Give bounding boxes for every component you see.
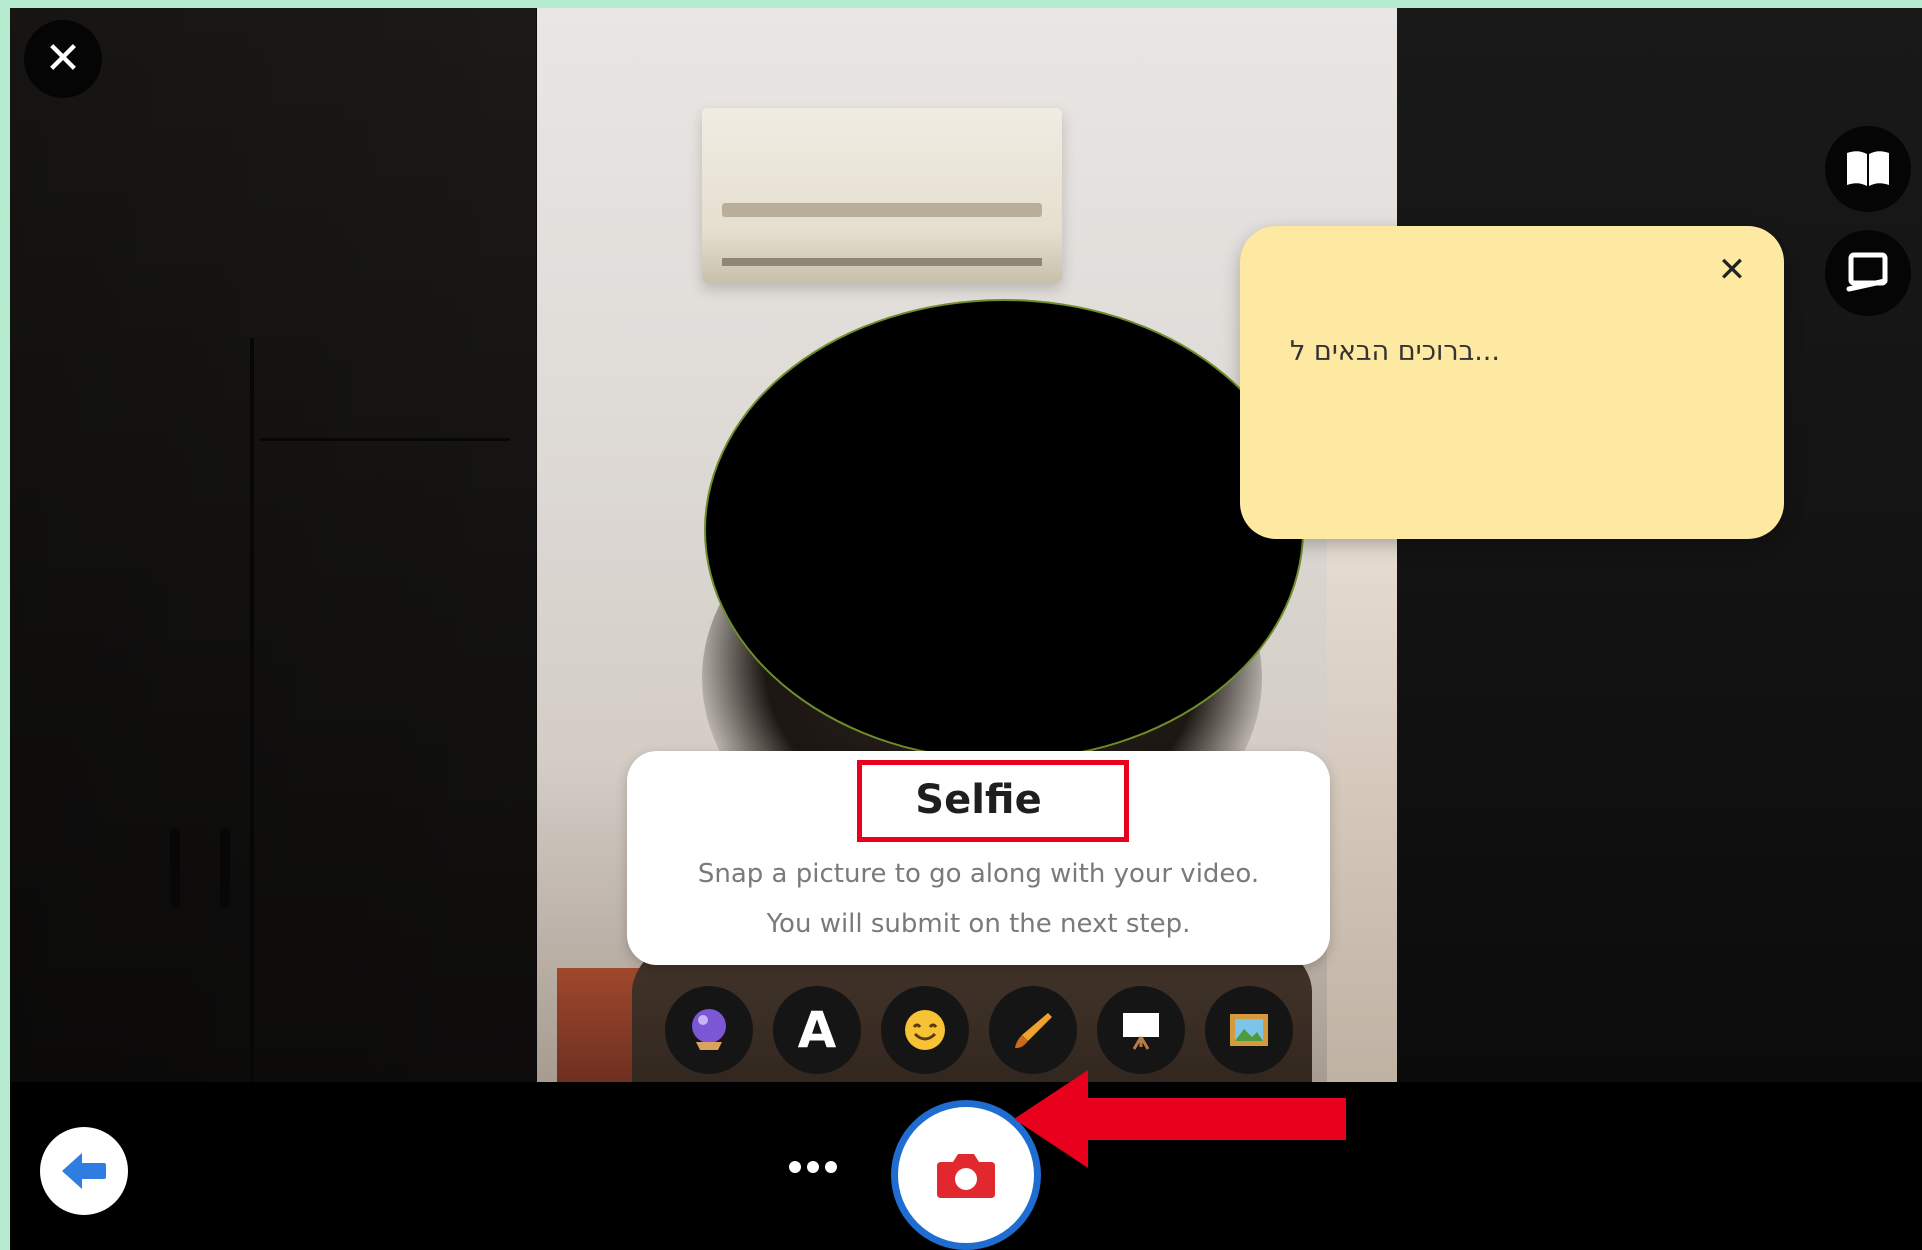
welcome-note-card: ✕ ...ברוכים הבאים ל xyxy=(1240,226,1784,539)
selfie-description: Snap a picture to go along with your vid… xyxy=(627,849,1330,949)
note-close-icon[interactable]: ✕ xyxy=(1712,250,1752,290)
screen-share-icon[interactable] xyxy=(1825,230,1911,316)
selfie-title-highlight xyxy=(857,760,1129,842)
selfie-description-line2: You will submit on the next step. xyxy=(766,909,1191,939)
bottom-control-bar xyxy=(10,1082,1922,1250)
text-a-icon: A xyxy=(797,1001,837,1059)
text-tool[interactable]: A xyxy=(773,986,861,1074)
back-button[interactable] xyxy=(40,1127,128,1215)
pointer-arrow xyxy=(1014,1070,1346,1168)
paintbrush-icon xyxy=(1015,1013,1052,1049)
note-text: ...ברוכים הבאים ל xyxy=(1290,336,1500,367)
close-icon[interactable]: ✕ xyxy=(24,20,102,98)
blurred-background-left xyxy=(10,8,536,1082)
frame-tool[interactable] xyxy=(1205,986,1293,1074)
board-tool[interactable] xyxy=(1097,986,1185,1074)
doorway xyxy=(1327,528,1397,1082)
face-redaction-mask xyxy=(704,299,1304,761)
air-conditioner xyxy=(702,108,1062,283)
emoji-icon xyxy=(905,1010,945,1050)
effects-tool[interactable] xyxy=(665,986,753,1074)
sticker-tool[interactable] xyxy=(881,986,969,1074)
camera-icon xyxy=(937,1154,995,1198)
creative-tools-row: A xyxy=(665,986,1295,1074)
back-arrow-icon xyxy=(62,1153,106,1189)
draw-tool[interactable] xyxy=(989,986,1077,1074)
book-icon[interactable] xyxy=(1825,126,1911,212)
whiteboard-icon xyxy=(1123,1013,1159,1050)
more-dots-icon[interactable] xyxy=(778,1152,848,1182)
crystal-ball-icon xyxy=(692,1009,726,1050)
video-recorder-app: ✕ ✕ ...ברוכים הבאים ל Selfie Snap a pict… xyxy=(10,8,1922,1250)
selfie-description-line1: Snap a picture to go along with your vid… xyxy=(697,859,1260,889)
picture-frame-icon xyxy=(1230,1014,1268,1046)
